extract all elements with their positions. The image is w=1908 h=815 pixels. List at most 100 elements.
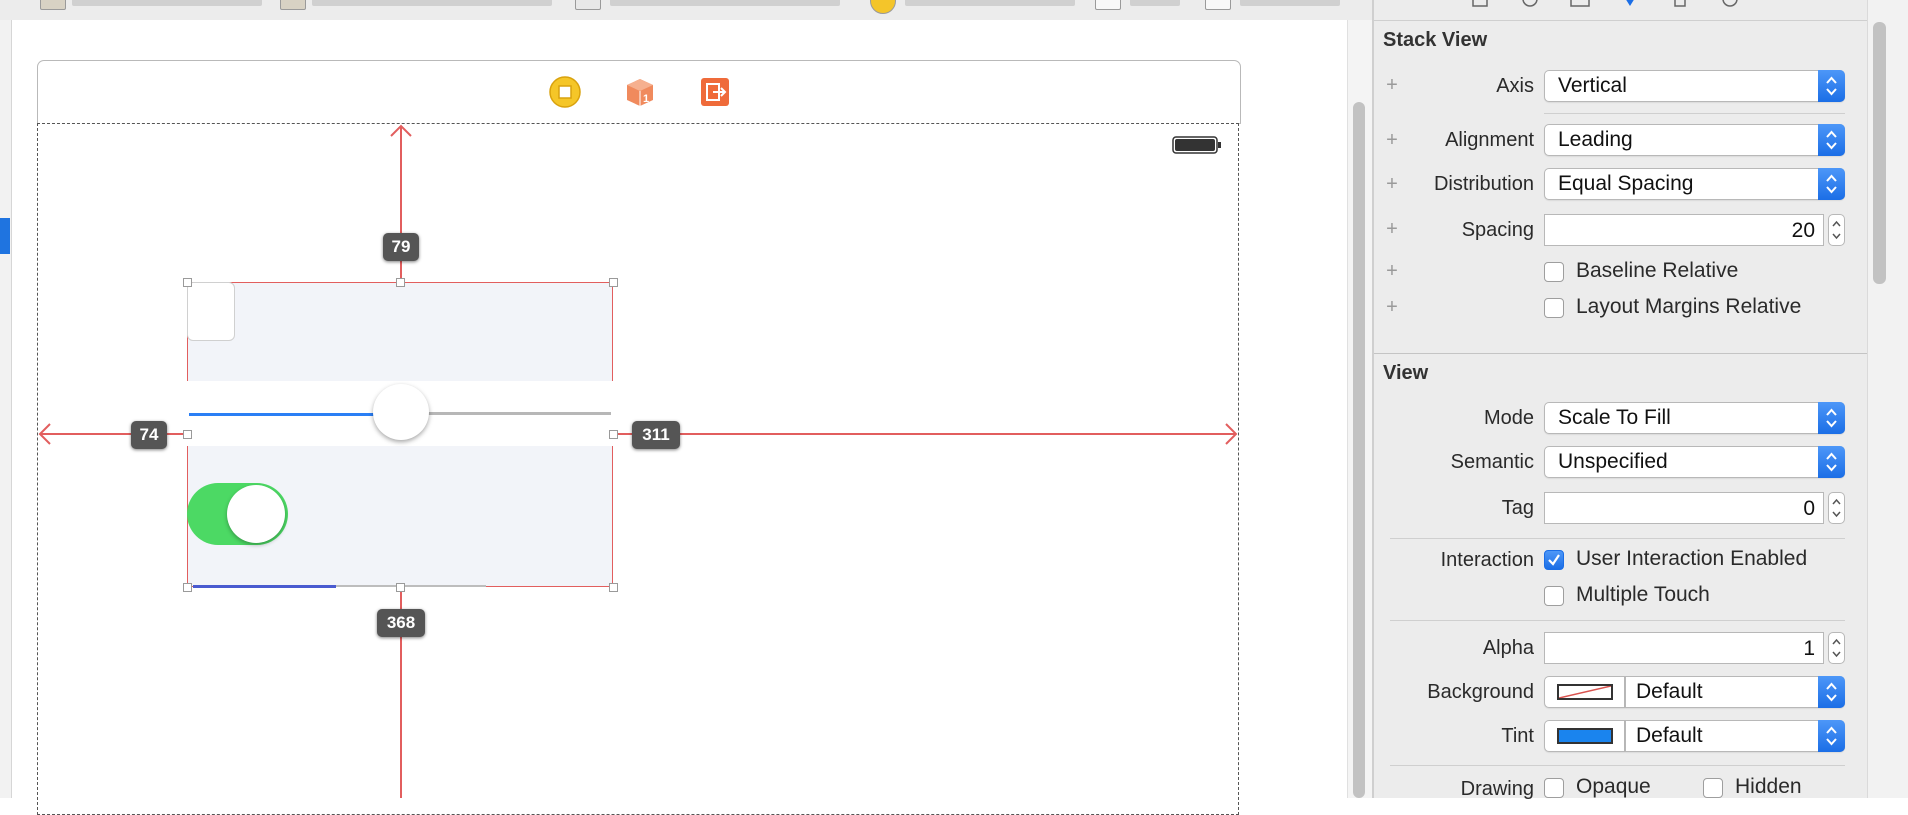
size-inspector-icon[interactable] [1670,0,1690,7]
inspector-scrollbar-thumb[interactable] [1873,22,1886,284]
file-inspector-icon[interactable] [1470,0,1490,7]
tint-value: Default [1636,724,1703,747]
distribution-popup[interactable]: Equal Spacing [1544,168,1845,200]
tag-stepper[interactable] [1828,492,1845,524]
breadcrumb-item[interactable] [1130,0,1180,6]
user-interaction-enabled-label: User Interaction Enabled [1576,547,1808,570]
view-controller-icon [870,0,896,14]
top-constraint-badge[interactable]: 79 [383,233,419,261]
spacing-stepper[interactable] [1828,214,1845,246]
breadcrumb-item[interactable] [312,0,552,6]
view-section-title: View [1383,362,1429,384]
axis-value: Vertical [1558,74,1627,97]
alignment-label: Alignment [1445,129,1534,151]
spacing-value: 20 [1791,219,1815,242]
tag-field[interactable]: 0 [1544,492,1824,524]
chevron-updown-icon [1818,720,1845,752]
semantic-value: Unspecified [1558,450,1668,473]
breadcrumb-item[interactable] [72,0,262,6]
stack-view-section-title: Stack View [1383,29,1488,51]
multiple-touch-label: Multiple Touch [1576,583,1710,606]
axis-label: Axis [1496,75,1534,97]
battery-icon [1172,136,1221,154]
first-responder-icon[interactable]: 1 [624,76,656,108]
mode-label: Mode [1483,407,1534,429]
identity-inspector-icon[interactable] [1570,0,1590,7]
baseline-relative-checkbox[interactable] [1544,262,1564,282]
resize-handle[interactable] [609,430,618,439]
view-controller-icon[interactable] [549,76,581,108]
distribution-label: Distribution [1433,173,1534,195]
background-swatch [1557,684,1613,700]
slider-thumb[interactable] [373,384,429,440]
attributes-inspector-icon[interactable] [1620,0,1640,7]
tint-color-well[interactable] [1544,720,1625,752]
mode-value: Scale To Fill [1558,406,1671,429]
mode-popup[interactable]: Scale To Fill [1544,402,1845,434]
add-variation-margins-button[interactable]: + [1385,297,1399,317]
separator [1390,620,1845,621]
scene-dock[interactable]: 1 [37,60,1241,124]
breadcrumb-item[interactable] [905,0,1075,6]
alpha-field[interactable]: 1 [1544,632,1824,664]
resize-handle[interactable] [609,583,618,592]
resize-handle[interactable] [183,430,192,439]
breadcrumb-item[interactable] [610,0,840,6]
bottom-constraint-badge[interactable]: 368 [377,609,425,637]
tint-popup[interactable]: Default [1625,720,1845,752]
resize-handle[interactable] [183,583,192,592]
background-value: Default [1636,680,1703,703]
trailing-constraint-badge[interactable]: 311 [632,421,680,449]
quick-help-icon[interactable] [1520,0,1540,7]
semantic-popup[interactable]: Unspecified [1544,446,1845,478]
toggle-knob[interactable] [227,485,285,543]
storyboard-file-icon [40,0,66,10]
section-separator [1374,353,1867,354]
add-variation-baseline-button[interactable]: + [1385,261,1399,281]
alignment-popup[interactable]: Leading [1544,124,1845,156]
background-label: Background [1427,681,1534,703]
exit-icon[interactable] [699,76,731,108]
resize-handle[interactable] [396,583,405,592]
alpha-value: 1 [1803,637,1815,660]
connections-inspector-icon[interactable] [1720,0,1740,7]
layout-margins-relative-checkbox[interactable] [1544,298,1564,318]
user-interaction-enabled-checkbox[interactable] [1544,550,1564,570]
distribution-value: Equal Spacing [1558,172,1694,195]
spacing-field[interactable]: 20 [1544,214,1824,246]
separator [1390,538,1845,539]
inspector-tab-bar[interactable] [1374,0,1867,21]
chevron-updown-icon [1818,402,1845,434]
separator [1390,765,1845,766]
resize-handle[interactable] [396,278,405,287]
spacing-label: Spacing [1461,219,1534,241]
chevron-updown-icon [1818,446,1845,478]
stack-view-icon [1205,0,1231,10]
resize-handle[interactable] [183,278,192,287]
resize-handle[interactable] [609,278,618,287]
tint-label: Tint [1501,725,1534,747]
breadcrumb[interactable] [0,0,1372,21]
slider-minimum-track[interactable] [189,413,399,416]
background-color-well[interactable] [1544,676,1625,708]
image-view[interactable] [187,282,235,341]
chevron-updown-icon [1818,676,1845,708]
leading-constraint-badge[interactable]: 74 [131,421,167,449]
axis-popup[interactable]: Vertical [1544,70,1845,102]
chevron-updown-icon [1818,124,1845,156]
breadcrumb-item[interactable] [1240,0,1340,6]
slider-maximum-track[interactable] [399,412,611,415]
progress-view-fill [193,585,336,588]
semantic-label: Semantic [1450,451,1534,473]
multiple-touch-checkbox[interactable] [1544,586,1564,606]
hidden-checkbox[interactable] [1703,778,1723,798]
chevron-updown-icon [1818,70,1845,102]
alignment-value: Leading [1558,128,1633,151]
outline-selection-indicator [0,218,10,254]
background-popup[interactable]: Default [1625,676,1845,708]
opaque-checkbox[interactable] [1544,778,1564,798]
layout-margins-relative-label: Layout Margins Relative [1576,295,1802,318]
hidden-label: Hidden [1735,775,1802,798]
tag-value: 0 [1803,497,1815,520]
alpha-stepper[interactable] [1828,632,1845,664]
